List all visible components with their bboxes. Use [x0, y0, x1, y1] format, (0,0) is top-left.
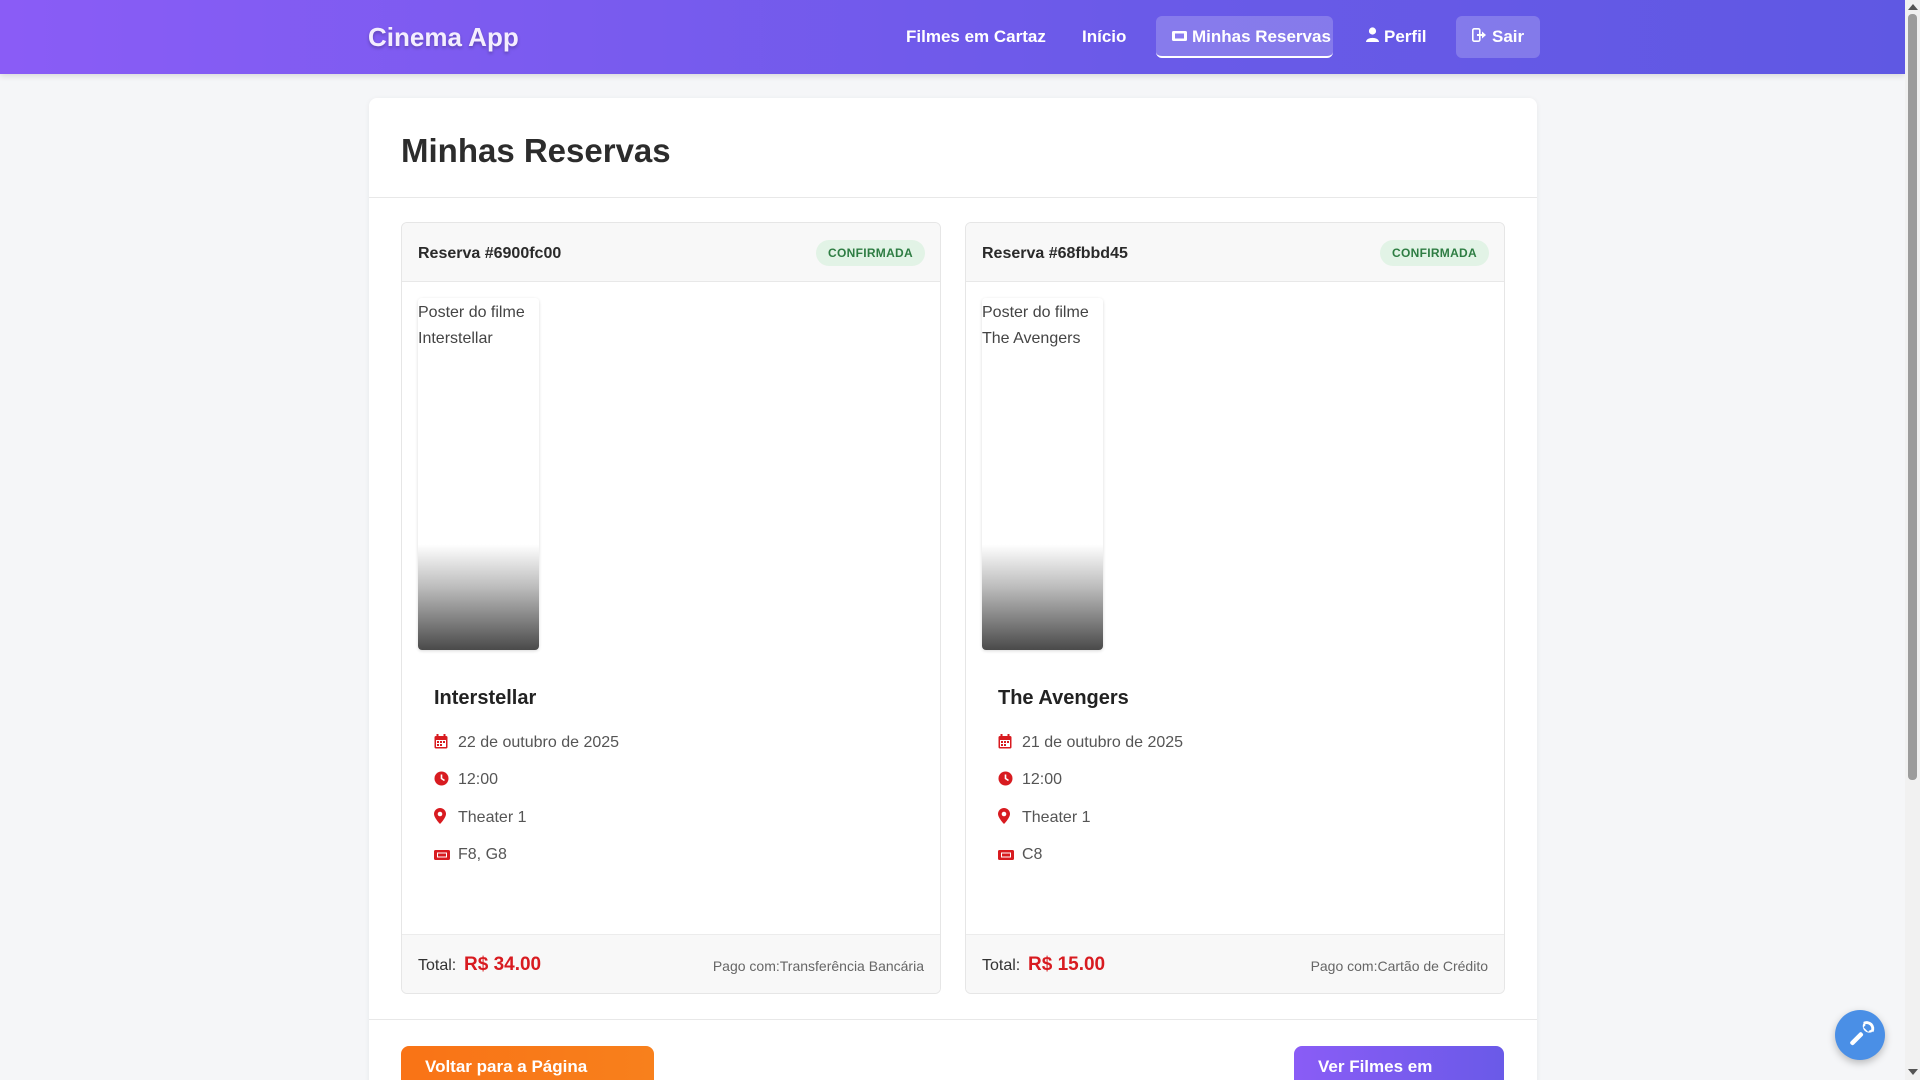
calendar-icon: [434, 734, 450, 750]
session-room: Theater 1: [434, 807, 526, 829]
status-badge: CONFIRMADA: [1380, 240, 1489, 266]
nav-home-label: Início: [1082, 27, 1127, 46]
calendar-icon: [998, 734, 1014, 750]
payment-method: Pago com:Cartão de Crédito: [1310, 958, 1488, 974]
scroll-up-arrow-icon[interactable]: [1908, 4, 1918, 10]
nav-home[interactable]: Início: [1066, 16, 1142, 58]
session-room-text: Theater 1: [458, 809, 527, 826]
footer-divider: [369, 1019, 1537, 1020]
wrench-icon: [1835, 1021, 1885, 1064]
movie-title: The Avengers: [998, 687, 1129, 709]
movie-poster: Poster do filme The Avengers: [982, 298, 1103, 650]
brand-logo[interactable]: Cinema App: [368, 22, 519, 53]
ticket-icon: [1172, 17, 1187, 59]
reservation-id: Reserva #68fbbd45: [982, 245, 1128, 262]
nav-profile[interactable]: Perfil: [1350, 16, 1443, 58]
session-room-text: Theater 1: [1022, 809, 1091, 826]
scroll-down-arrow-icon[interactable]: [1908, 1069, 1918, 1075]
scroll-thumb[interactable]: [1908, 14, 1917, 780]
seats: C8: [998, 844, 1042, 866]
clock-icon: [434, 771, 450, 787]
tools-fab-button[interactable]: [1835, 1010, 1885, 1060]
total-price: R$ 15.00: [1028, 954, 1106, 975]
reservation-card-footer: Total: R$ 15.00 Pago com:Cartão de Crédi…: [966, 934, 1504, 993]
reservation-card: Reserva #6900fc00 CONFIRMADA Poster do f…: [401, 222, 941, 994]
user-icon: [1366, 17, 1379, 59]
session-room: Theater 1: [998, 807, 1090, 829]
nav-profile-label: Perfil: [1384, 27, 1427, 46]
logout-icon: [1472, 17, 1487, 59]
clock-icon: [998, 771, 1014, 787]
total-price: R$ 34.00: [464, 954, 542, 975]
nav-my-reservations[interactable]: Minhas Reservas: [1156, 16, 1333, 58]
ticket-icon: [998, 846, 1014, 862]
session-time-text: 12:00: [1022, 771, 1063, 788]
map-marker-icon: [998, 808, 1014, 824]
nav-films[interactable]: Filmes em Cartaz: [890, 16, 1062, 58]
back-home-button[interactable]: Voltar para a Página Inicial: [401, 1046, 654, 1080]
ticket-icon: [434, 846, 450, 862]
header-divider: [369, 197, 1537, 198]
session-date: 22 de outubro de 2025: [434, 732, 619, 754]
movie-title: Interstellar: [434, 687, 537, 709]
total-label: Total:: [418, 957, 457, 974]
seats-text: C8: [1022, 846, 1043, 863]
session-date: 21 de outubro de 2025: [998, 732, 1183, 754]
page-title: Minhas Reservas: [401, 132, 671, 169]
payment-method: Pago com:Transferência Bancária: [712, 958, 924, 974]
total-label: Total:: [982, 957, 1021, 974]
logout-button[interactable]: Sair: [1456, 16, 1541, 59]
view-films-button[interactable]: Ver Filmes em Cartaz: [1294, 1046, 1504, 1080]
map-marker-icon: [434, 808, 450, 824]
top-navbar: Cinema App Filmes em Cartaz Início Minha…: [0, 0, 1905, 74]
movie-poster: Poster do filme Interstellar: [418, 298, 539, 650]
reservation-card-header: Reserva #68fbbd45 CONFIRMADA: [966, 223, 1504, 282]
logout-label: Sair: [1492, 27, 1525, 46]
reservation-card-footer: Total: R$ 34.00 Pago com:Transferência B…: [402, 934, 940, 993]
page-scrollbar[interactable]: [1905, 0, 1920, 1080]
reservation-card-header: Reserva #6900fc00 CONFIRMADA: [402, 223, 940, 282]
nav-my-reservations-label: Minhas Reservas: [1192, 27, 1331, 46]
reservation-card: Reserva #68fbbd45 CONFIRMADA Poster do f…: [965, 222, 1505, 994]
poster-alt-text: Poster do filme Interstellar: [418, 304, 525, 347]
session-date-text: 22 de outubro de 2025: [458, 734, 620, 751]
session-time: 12:00: [434, 769, 498, 791]
session-time-text: 12:00: [458, 771, 499, 788]
seats: F8, G8: [434, 844, 507, 866]
session-date-text: 21 de outubro de 2025: [1022, 734, 1184, 751]
reservations-panel: Minhas Reservas Reserva #6900fc00 CONFIR…: [369, 98, 1537, 1080]
session-time: 12:00: [998, 769, 1062, 791]
seats-text: F8, G8: [458, 846, 507, 863]
nav-films-label: Filmes em Cartaz: [906, 27, 1046, 46]
status-badge: CONFIRMADA: [816, 240, 925, 266]
reservation-id: Reserva #6900fc00: [418, 245, 562, 262]
poster-alt-text: Poster do filme The Avengers: [982, 304, 1089, 347]
